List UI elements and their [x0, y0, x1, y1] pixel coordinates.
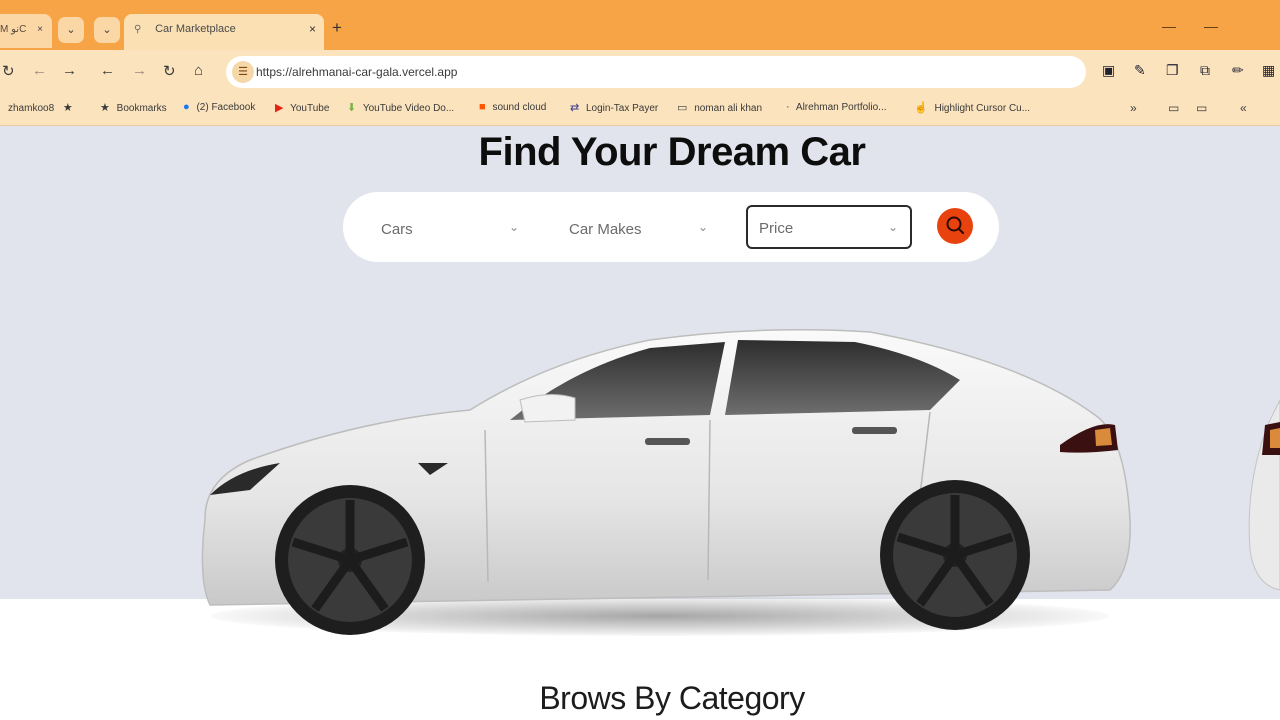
more-bookmarks-icon[interactable]: »: [1130, 101, 1137, 115]
price-label: Price: [759, 220, 794, 237]
forward-button-icon[interactable]: →: [132, 62, 147, 79]
cars-select[interactable]: Cars: [381, 221, 413, 238]
portfolio-icon: ·: [786, 101, 790, 113]
extension-icon[interactable]: ▣: [1102, 62, 1115, 79]
star-icon: ★: [62, 102, 73, 114]
tab-title: Car Marketplace: [155, 23, 236, 35]
rear-wheel: [880, 480, 1030, 630]
site-settings-icon[interactable]: ☰: [232, 61, 254, 83]
edit-extension-icon[interactable]: ✏: [1232, 62, 1244, 79]
home-icon[interactable]: ⌂: [194, 62, 203, 79]
tab-group-chevron-down-icon[interactable]: ⌄: [94, 17, 120, 43]
back-icon[interactable]: ←: [32, 62, 47, 79]
bookmark-item[interactable]: ⬇ YouTube Video Do...: [347, 101, 454, 114]
new-tab-button[interactable]: +: [332, 18, 342, 38]
forward-icon[interactable]: →: [62, 62, 77, 79]
price-select[interactable]: Price ⌄: [746, 205, 912, 249]
front-wheel: [275, 485, 425, 635]
facebook-icon: ●: [183, 101, 190, 113]
tab-previous-label: M نو⁠C: [0, 24, 27, 35]
bookmark-label: Alrehman Portfolio...: [795, 102, 887, 113]
bookmark-label: sound cloud: [492, 102, 547, 113]
close-tab-icon[interactable]: ×: [309, 22, 316, 36]
window-minimize-icon[interactable]: —: [1204, 18, 1218, 34]
youtube-icon: ▶: [275, 102, 284, 114]
pen-extension-icon[interactable]: ✎: [1134, 62, 1146, 79]
bookmark-item[interactable]: ⇄ Login-Tax Payer: [570, 101, 658, 114]
search-button[interactable]: [937, 208, 973, 244]
car-image: [201, 329, 1131, 635]
bookmark-item[interactable]: · Alrehman Portfolio...: [786, 101, 887, 113]
tab-previous[interactable]: M نو⁠C ×: [0, 14, 52, 48]
bookmark-label: Login-Tax Payer: [586, 103, 659, 114]
address-bar[interactable]: ☰ https://alrehmanai-car-gala.vercel.app: [226, 56, 1086, 88]
bookmark-label: YouTube: [290, 103, 330, 114]
car-makes-select[interactable]: Car Makes: [569, 221, 642, 238]
tabs-icon[interactable]: ▭: [1196, 101, 1207, 115]
reload-icon[interactable]: ↻: [2, 62, 15, 80]
bookmark-label: YouTube Video Do...: [362, 103, 455, 114]
download-icon: ⬇: [347, 102, 357, 114]
close-icon[interactable]: ×: [37, 24, 43, 35]
bookmark-label: Bookmarks: [116, 103, 167, 114]
soundcloud-icon: ■: [479, 101, 486, 113]
bookmark-item[interactable]: ★ Bookmarks: [100, 101, 167, 114]
collapse-icon[interactable]: «: [1240, 101, 1247, 115]
bookmark-item[interactable]: ☝ Highlight Cursor Cu...: [914, 101, 1030, 114]
next-car-image: [1248, 400, 1280, 591]
folder-icon: ▭: [677, 102, 688, 114]
bookmark-item[interactable]: ▶ YouTube: [275, 101, 329, 114]
profile-extension-icon[interactable]: ▦: [1262, 62, 1275, 79]
page-title: Find Your Dream Car: [478, 130, 866, 174]
bookmark-label: Highlight Cursor Cu...: [934, 103, 1031, 114]
back-button-icon[interactable]: ←: [100, 62, 115, 79]
bookmark-label: (2) Facebook: [196, 102, 256, 113]
minimize-icon[interactable]: —: [1162, 18, 1176, 34]
cursor-icon: ☝: [914, 102, 928, 114]
car-favicon-icon: ⚲: [134, 24, 142, 35]
tab-group-chevron-down-icon[interactable]: ⌄: [58, 17, 84, 43]
bookmark-label: noman ali khan: [694, 103, 763, 114]
search-icon: [946, 216, 965, 235]
bookmark-item[interactable]: ● (2) Facebook: [183, 101, 255, 113]
chevron-down-icon: ⌄: [887, 220, 898, 234]
bookmark-label: zhamkoo8: [8, 103, 55, 114]
folder-icon[interactable]: ▭: [1168, 101, 1179, 115]
url-text: https://alrehmanai-car-gala.vercel.app: [256, 65, 458, 79]
section-title: Brows By Category: [539, 680, 805, 716]
puzzle-extension-icon[interactable]: ⧉: [1200, 62, 1210, 79]
chevron-down-icon[interactable]: ⌄: [509, 220, 519, 234]
clipboard-extension-icon[interactable]: ❐: [1166, 62, 1179, 79]
tab-active[interactable]: ⚲ Car Marketplace ×: [124, 14, 324, 50]
bookmark-item[interactable]: zhamkoo8 ★: [8, 101, 77, 114]
star-icon: ★: [100, 102, 110, 114]
bookmark-item[interactable]: ▭ noman ali khan: [677, 101, 762, 114]
chevron-down-icon[interactable]: ⌄: [698, 220, 708, 234]
refresh-icon[interactable]: ↻: [163, 62, 176, 80]
login-icon: ⇄: [570, 102, 580, 114]
bookmark-item[interactable]: ■ sound cloud: [479, 101, 546, 113]
